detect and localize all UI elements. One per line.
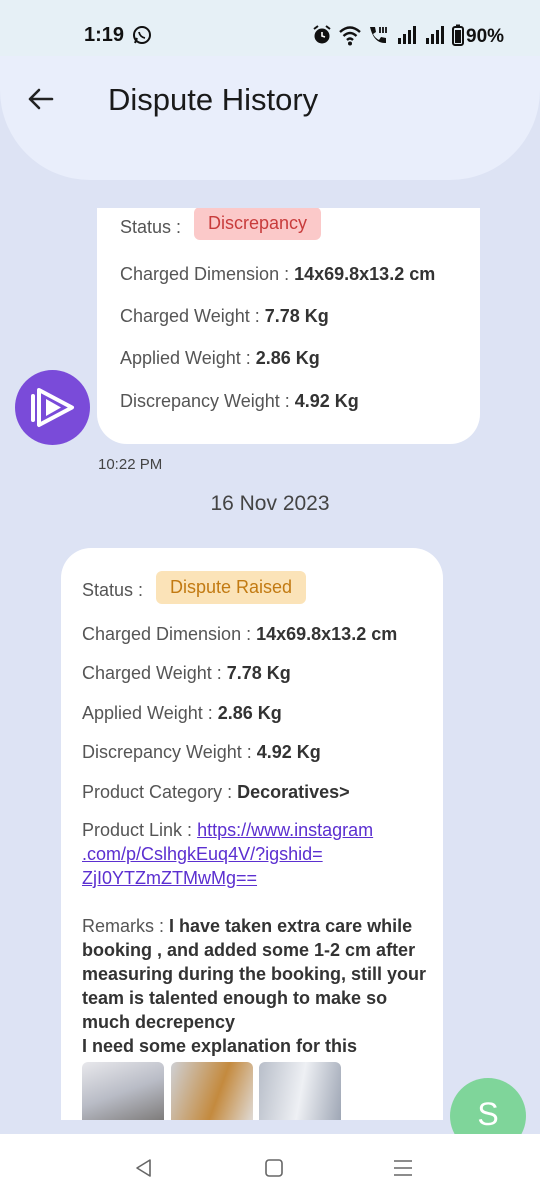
applied-weight-row: Applied Weight : 2.86 Kg	[120, 348, 320, 368]
whatsapp-icon	[133, 26, 151, 44]
call-icon	[370, 27, 387, 44]
status-badge: Dispute Raised	[156, 571, 307, 604]
product-category-row: Product Category : Decoratives>	[82, 782, 350, 802]
dispute-card: Status : Dispute Raised Charged Dimensio…	[61, 548, 443, 1120]
avatar	[15, 370, 90, 445]
app-header	[0, 56, 540, 180]
discrepancy-weight-row: Discrepancy Weight : 4.92 Kg	[82, 742, 321, 762]
system-nav-bar	[0, 1134, 540, 1200]
dispute-card: Status : Discrepancy Charged Dimension :…	[97, 208, 480, 444]
product-link[interactable]: ZjI0YTZmZTMwMg==	[82, 868, 257, 888]
charged-weight-row: Charged Weight : 7.78 Kg	[120, 306, 329, 326]
nav-home-icon[interactable]	[264, 1158, 284, 1178]
fab-letter: S	[477, 1096, 499, 1132]
status-label: Status :	[120, 217, 182, 237]
message-timestamp: 10:22 PM	[98, 456, 163, 473]
nav-menu-icon[interactable]	[392, 1158, 414, 1178]
discrepancy-weight-row: Discrepancy Weight : 4.92 Kg	[120, 391, 359, 411]
alarm-icon	[313, 25, 331, 44]
play-logo-icon	[31, 388, 74, 427]
status-label: Status :	[82, 580, 144, 600]
charged-weight-row: Charged Weight : 7.78 Kg	[82, 663, 291, 683]
wifi-icon	[339, 26, 361, 46]
remarks-row: Remarks : I have taken extra care while …	[82, 916, 427, 1056]
status-time: 1:19	[84, 24, 125, 46]
applied-weight-row: Applied Weight : 2.86 Kg	[82, 703, 282, 723]
attachment-thumbnail[interactable]	[82, 1062, 164, 1120]
product-link[interactable]: .com/p/CslhgkEuq4V/?igshid=	[82, 844, 323, 864]
product-link-row: Product Link : https://www.instagram .co…	[82, 820, 374, 888]
charged-dimension-row: Charged Dimension : 14x69.8x13.2 cm	[82, 624, 398, 644]
status-bar: 1:19 90%	[0, 0, 540, 64]
page-title: Dispute History	[108, 82, 319, 117]
back-arrow-icon[interactable]	[26, 84, 56, 114]
attachment-thumbnail[interactable]	[259, 1062, 341, 1120]
battery-icon	[452, 24, 464, 46]
charged-dimension-row: Charged Dimension : 14x69.8x13.2 cm	[120, 264, 436, 284]
product-link[interactable]: https://www.instagram	[197, 820, 373, 840]
signal-icon	[426, 26, 444, 44]
nav-back-icon[interactable]	[134, 1158, 154, 1178]
dispute-history-list[interactable]: Status : Discrepancy Charged Dimension :…	[0, 208, 540, 1120]
signal-icon	[398, 26, 416, 44]
battery-percent: 90%	[466, 26, 505, 47]
date-separator: 16 Nov 2023	[210, 492, 330, 515]
status-badge: Discrepancy	[194, 208, 322, 240]
attachment-thumbnail[interactable]	[171, 1062, 253, 1120]
